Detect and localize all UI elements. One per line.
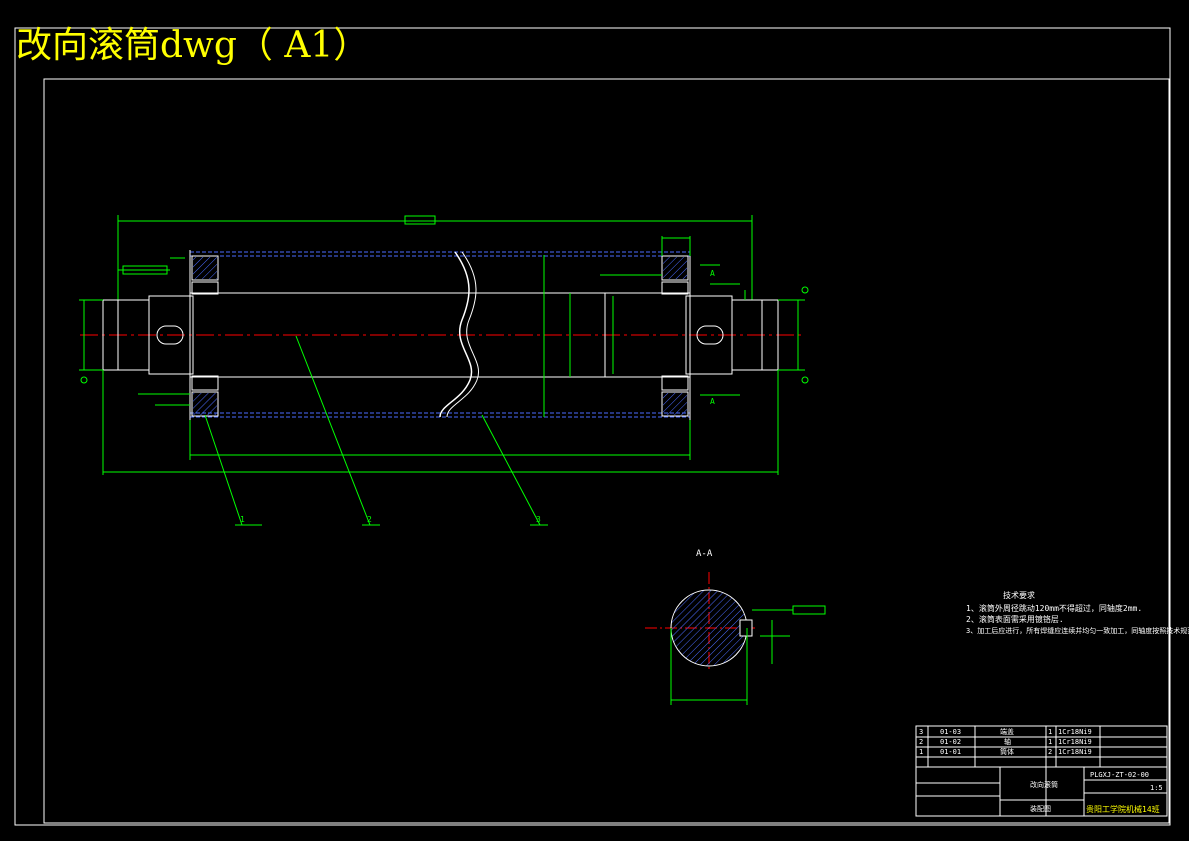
drawing-title: 改向滚筒dwg（ A1） xyxy=(16,25,369,66)
part-row-3-no: 3 xyxy=(919,728,923,736)
outer-border xyxy=(43,78,1170,824)
part-row-1-code: 01-01 xyxy=(940,748,961,756)
weight-label: 装配图 xyxy=(1030,804,1051,813)
part-row-3-qty: 1 xyxy=(1048,728,1052,736)
part-row-2-name: 轴 xyxy=(1004,737,1011,746)
section-marker-top: A xyxy=(710,269,715,278)
balloon-1: 1 xyxy=(240,515,245,524)
part-row-2-no: 2 xyxy=(919,738,923,746)
part-row-3-material: 1Cr18Ni9 xyxy=(1058,728,1092,736)
part-row-3-code: 01-03 xyxy=(940,728,961,736)
left-dimensions xyxy=(79,257,191,475)
section-marker-bottom: A xyxy=(710,397,715,406)
tech-item-2: 2、滚筒表面需采用镀铬层. xyxy=(966,614,1064,624)
part-row-2-material: 1Cr18Ni9 xyxy=(1058,738,1092,746)
part-row-1-material: 1Cr18Ni9 xyxy=(1058,748,1092,756)
section-label: A-A xyxy=(696,549,713,559)
title-block-text: 3 01-03 端盖 1 1Cr18Ni9 2 01-02 轴 1 1Cr18N… xyxy=(919,727,1163,814)
balloon-3: 3 xyxy=(536,515,541,524)
scale-value: 1:5 xyxy=(1150,784,1163,792)
section-view: A-A xyxy=(645,549,826,705)
tech-item-1: 1、滚筒外周径跳动120mm不得超过，同轴度2mm. xyxy=(966,603,1142,613)
drawing-code: PLGXJ-ZT-02-00 xyxy=(1090,771,1149,779)
tech-heading: 技术要求 xyxy=(1003,590,1035,600)
part-row-1-no: 1 xyxy=(919,748,923,756)
school-name: 贵阳工学院机械14班 xyxy=(1086,804,1160,814)
tech-item-3: 3、加工后应进行，所有焊缝应连续并均匀一致加工，同轴度按照技术规范 xyxy=(966,626,1189,635)
balloon-2: 2 xyxy=(367,515,372,524)
part-row-3-name: 端盖 xyxy=(1000,727,1014,736)
part-row-2-qty: 1 xyxy=(1048,738,1052,746)
part-row-1-qty: 2 xyxy=(1048,748,1052,756)
right-hub xyxy=(661,255,689,417)
part-row-2-code: 01-02 xyxy=(940,738,961,746)
main-view: 1 2 3 A A xyxy=(79,215,809,526)
part-row-1-name: 筒体 xyxy=(1000,747,1014,756)
inner-border xyxy=(14,27,1171,826)
bottom-dimensions xyxy=(103,454,778,473)
drawing-name: 改向滚筒 xyxy=(1030,780,1058,789)
leader-lines xyxy=(204,335,548,526)
cad-drawing: 改向滚筒dwg（ A1） 1 2 3 A A A-A 技术要求 1、滚筒外周径跳… xyxy=(14,25,1189,826)
left-hub xyxy=(191,255,219,417)
tech-requirements: 技术要求 1、滚筒外周径跳动120mm不得超过，同轴度2mm. 2、滚筒表面需采… xyxy=(966,590,1189,635)
